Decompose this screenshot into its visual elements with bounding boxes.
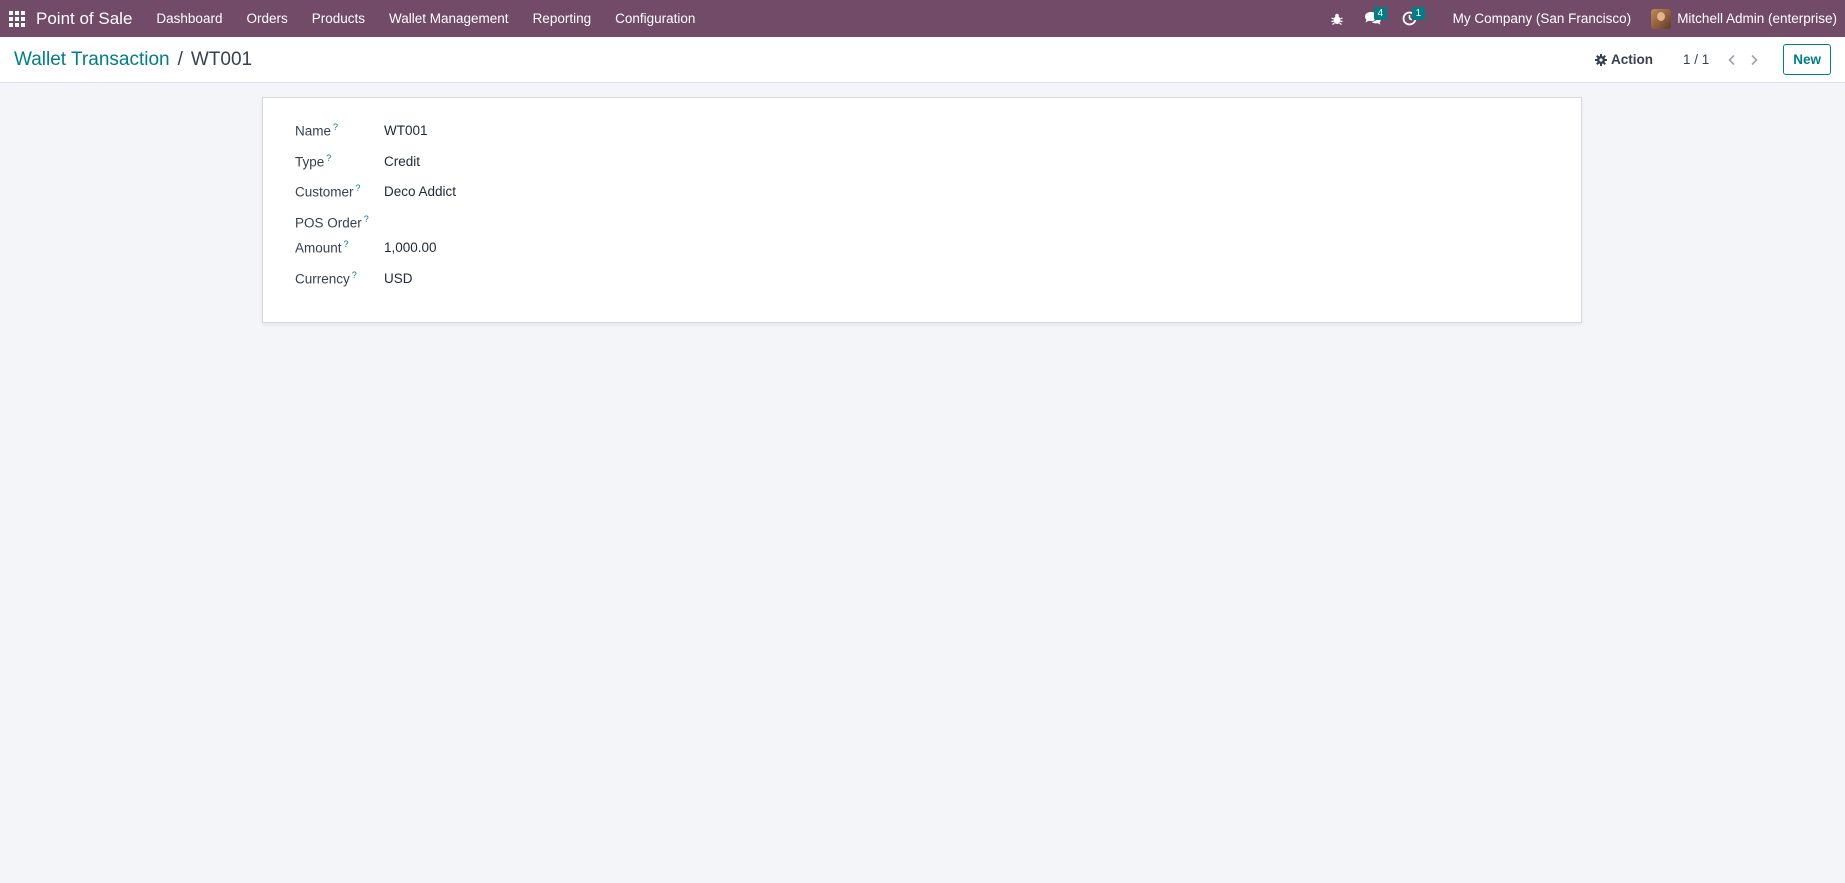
systray: 4 1 My Company (San Francisco) Mitchell … xyxy=(1320,0,1845,37)
help-tooltip-icon[interactable]: ? xyxy=(344,239,349,249)
field-label-currency: Currency? xyxy=(295,270,357,287)
field-customer: Customer? Deco Addict xyxy=(295,183,456,200)
main-menu: Dashboard Orders Products Wallet Managem… xyxy=(144,0,707,37)
breadcrumb-wallet-transaction[interactable]: Wallet Transaction xyxy=(14,49,170,71)
menu-item-reporting[interactable]: Reporting xyxy=(521,0,604,37)
activities-clock-icon[interactable]: 1 xyxy=(1392,0,1427,37)
menu-item-dashboard[interactable]: Dashboard xyxy=(144,0,234,37)
field-currency: Currency? USD xyxy=(295,270,413,287)
field-label-pos-order: POS Order? xyxy=(295,214,369,231)
field-name: Name? WT001 xyxy=(295,122,428,139)
field-value-currency[interactable]: USD xyxy=(384,271,413,286)
field-value-name[interactable]: WT001 xyxy=(384,123,428,138)
field-label-customer: Customer? xyxy=(295,183,361,200)
field-label-type: Type? xyxy=(295,153,332,170)
action-menu-button[interactable]: Action xyxy=(1594,52,1653,67)
help-tooltip-icon[interactable]: ? xyxy=(356,183,361,193)
company-switcher[interactable]: My Company (San Francisco) xyxy=(1441,11,1644,26)
field-value-amount[interactable]: 1,000.00 xyxy=(384,240,437,255)
help-tooltip-icon[interactable]: ? xyxy=(326,153,331,163)
user-name: Mitchell Admin (enterprise) xyxy=(1677,11,1837,26)
field-value-type[interactable]: Credit xyxy=(384,154,420,169)
pager-value[interactable]: 1 / 1 xyxy=(1683,52,1709,67)
breadcrumb-separator: / xyxy=(177,48,183,70)
field-label-amount: Amount? xyxy=(295,239,349,256)
chevron-left-icon xyxy=(1728,54,1735,65)
new-record-button[interactable]: New xyxy=(1783,44,1831,75)
apps-menu-icon[interactable] xyxy=(0,0,34,37)
messages-chat-icon[interactable]: 4 xyxy=(1354,0,1392,37)
app-brand[interactable]: Point of Sale xyxy=(36,9,132,29)
chevron-right-icon xyxy=(1751,54,1758,65)
help-tooltip-icon[interactable]: ? xyxy=(364,214,369,224)
debug-bug-icon[interactable] xyxy=(1320,0,1354,37)
field-label-name: Name? xyxy=(295,122,339,139)
breadcrumb-current-record: WT001 xyxy=(190,48,253,70)
help-tooltip-icon[interactable]: ? xyxy=(333,122,338,132)
messages-count-badge: 4 xyxy=(1373,7,1388,20)
field-pos-order: POS Order? xyxy=(295,214,384,231)
user-menu[interactable]: Mitchell Admin (enterprise) xyxy=(1643,8,1837,29)
menu-item-configuration[interactable]: Configuration xyxy=(603,0,707,37)
field-type: Type? Credit xyxy=(295,153,420,170)
menu-item-wallet-management[interactable]: Wallet Management xyxy=(377,0,521,37)
action-label: Action xyxy=(1610,52,1653,67)
control-panel-actions: Action 1 / 1 New xyxy=(1594,37,1845,83)
field-amount: Amount? 1,000.00 xyxy=(295,239,437,256)
activities-count-badge: 1 xyxy=(1411,7,1426,20)
gear-icon xyxy=(1594,53,1607,66)
menu-item-orders[interactable]: Orders xyxy=(234,0,299,37)
menu-item-products[interactable]: Products xyxy=(300,0,377,37)
pager-next-button[interactable] xyxy=(1743,49,1765,71)
form-sheet: Name? WT001 Type? Credit Customer? Deco … xyxy=(262,97,1582,323)
breadcrumb: Wallet Transaction / WT001 xyxy=(14,49,252,71)
user-avatar xyxy=(1651,8,1672,29)
control-panel: Wallet Transaction / WT001 Action 1 / 1 xyxy=(0,37,1845,83)
help-tooltip-icon[interactable]: ? xyxy=(352,270,357,280)
top-navbar: Point of Sale Dashboard Orders Products … xyxy=(0,0,1845,37)
field-value-customer[interactable]: Deco Addict xyxy=(384,184,456,199)
pager-previous-button[interactable] xyxy=(1721,49,1743,71)
